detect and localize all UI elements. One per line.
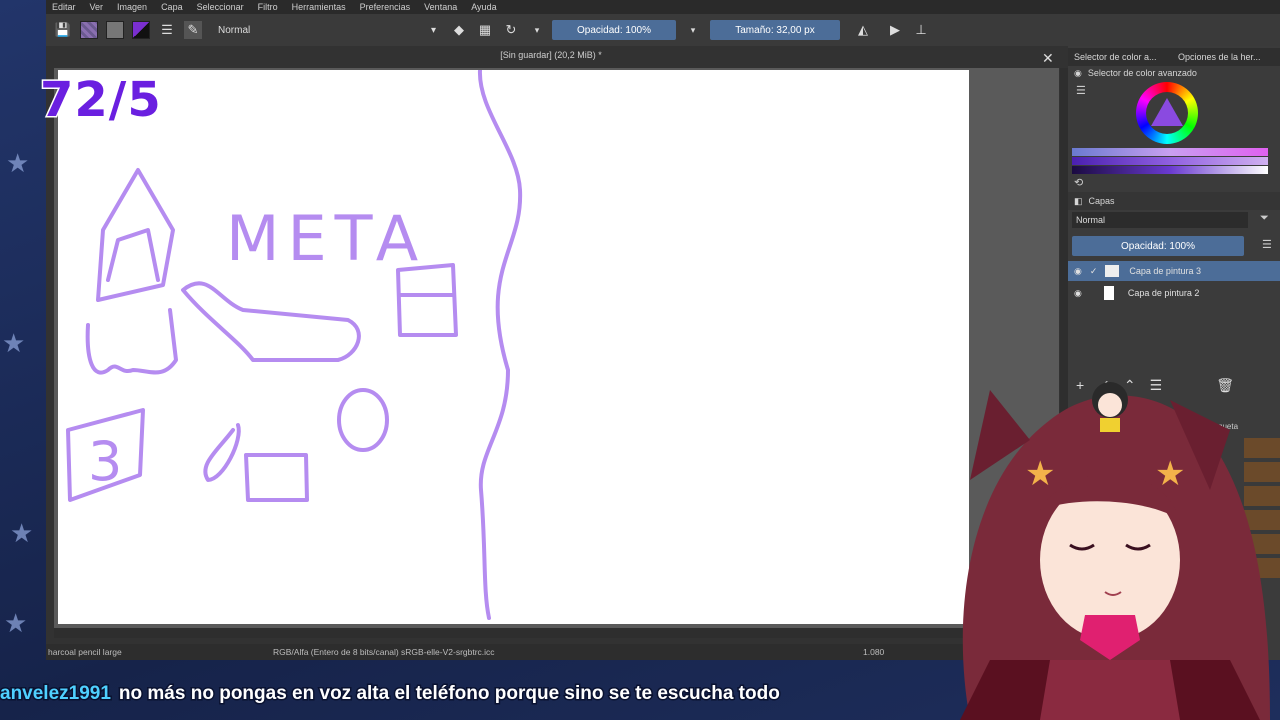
- eraser-icon[interactable]: ◆: [450, 21, 468, 39]
- menu-bar: Editar Ver Imagen Capa Seleccionar Filtr…: [46, 0, 1280, 14]
- status-dimensions: 1.080: [863, 647, 885, 657]
- sketch-window: [396, 263, 458, 337]
- gradient-swatch[interactable]: [106, 21, 124, 39]
- star-decoration: ★: [2, 328, 26, 358]
- opacity-label: Opacidad: 100%: [577, 24, 651, 36]
- color-gradient-bar[interactable]: [1072, 148, 1268, 156]
- layer-thumbnail: [1105, 265, 1120, 277]
- pattern-swatch[interactable]: [80, 21, 98, 39]
- sketch-small-box: [244, 453, 309, 502]
- layers-blend-select[interactable]: Normal: [1072, 212, 1248, 228]
- chevron-down-icon: ▾: [430, 24, 436, 36]
- reload-icon[interactable]: ↻: [502, 21, 520, 39]
- menu-layer[interactable]: Capa: [161, 2, 183, 12]
- menu-help[interactable]: Ayuda: [471, 2, 496, 12]
- visibility-eye-icon[interactable]: ◉: [1074, 288, 1082, 299]
- chat-message: anvelez1991 no más no pongas en voz alta …: [0, 676, 1280, 712]
- alpha-lock-icon[interactable]: ▦: [476, 21, 494, 39]
- chat-username: anvelez1991: [0, 682, 112, 706]
- color-triangle[interactable]: [1151, 98, 1183, 126]
- wrap-around-icon[interactable]: ⊥: [912, 21, 930, 39]
- sketch-meta-text: META: [226, 202, 426, 275]
- menu-select[interactable]: Seleccionar: [197, 2, 244, 12]
- blend-mode-value: Normal: [218, 24, 251, 36]
- tool-options-bar: 💾 ☰ ✎ Normal ▾ ◆ ▦ ↻ ▾ Opacidad: 100% ▾ …: [46, 14, 1280, 46]
- menu-filter[interactable]: Filtro: [258, 2, 278, 12]
- brush-preset-icon[interactable]: ✎: [184, 21, 202, 39]
- sketch-river: [477, 70, 523, 620]
- blend-mode-select[interactable]: Normal ▾: [212, 20, 442, 40]
- star-decoration: ★: [6, 148, 30, 178]
- close-icon[interactable]: ✕: [1042, 50, 1054, 67]
- layers-title: Capas: [1088, 196, 1115, 206]
- canvas-viewport[interactable]: META 3: [54, 68, 1059, 628]
- sketch-wheel: [337, 388, 389, 452]
- opacity-slider[interactable]: Opacidad: 100%: [552, 20, 676, 40]
- star-decoration: ★: [4, 608, 28, 638]
- svg-text:★: ★: [1025, 454, 1055, 494]
- layers-opacity-slider[interactable]: Opacidad: 100%: [1072, 236, 1244, 256]
- sketch-layer: META 3: [66, 70, 523, 620]
- checkmark-icon: ✓: [1089, 265, 1098, 276]
- visibility-eye-icon[interactable]: ◉: [1074, 266, 1082, 277]
- menu-view[interactable]: Ver: [90, 2, 104, 12]
- svg-text:★: ★: [1155, 454, 1185, 494]
- layers-blend-value: Normal: [1076, 215, 1106, 225]
- size-slider[interactable]: Tamaño: 32,00 px: [710, 20, 840, 40]
- menu-settings[interactable]: Preferencias: [360, 2, 411, 12]
- palette-icon: ◉: [1074, 67, 1082, 78]
- chat-text: no más no pongas en voz alta el teléfono…: [117, 682, 781, 706]
- sketch-number-text: 3: [88, 430, 122, 493]
- size-label: Tamaño: 32,00 px: [735, 24, 815, 36]
- sketch-car: [181, 281, 361, 362]
- save-icon[interactable]: 💾: [54, 21, 72, 39]
- list-icon[interactable]: ☰: [1076, 84, 1086, 97]
- drawing-canvas[interactable]: META 3: [58, 70, 969, 624]
- tab-tool-options[interactable]: Opciones de la her...: [1178, 52, 1261, 62]
- color-selector-header: ◉ Selector de color avanzado: [1068, 64, 1280, 82]
- horizontal-scrollbar[interactable]: [54, 628, 1059, 638]
- sketch-house-door: [106, 228, 160, 282]
- sketch-wheel-left: [203, 423, 241, 482]
- vtuber-avatar: ★ ★: [960, 382, 1270, 720]
- menu-icon[interactable]: ☰: [1262, 238, 1272, 251]
- status-brush: harcoal pencil large: [48, 647, 122, 657]
- color-gradient-bar[interactable]: [1072, 157, 1268, 165]
- color-selector-title: Selector de color avanzado: [1087, 68, 1197, 78]
- layer-row[interactable]: ◉ Capa de pintura 2: [1068, 283, 1280, 303]
- color-gradient-bar[interactable]: [1072, 166, 1268, 174]
- menu-image[interactable]: Imagen: [117, 2, 147, 12]
- mirror-vertical-icon[interactable]: ▶: [886, 21, 904, 39]
- layers-header: ◧ Capas: [1068, 192, 1280, 210]
- refresh-icon[interactable]: ⟲: [1074, 176, 1083, 189]
- sketch-chain: [85, 308, 178, 375]
- layer-row[interactable]: ◉ ✓ Capa de pintura 3: [1068, 261, 1280, 281]
- filter-icon[interactable]: ⏷: [1260, 212, 1269, 225]
- layers-icon: ◧: [1074, 195, 1083, 206]
- menu-tools[interactable]: Herramientas: [292, 2, 346, 12]
- chevron-down-icon[interactable]: ▾: [684, 21, 702, 39]
- status-colorspace: RGB/Alfa (Entero de 8 bits/canal) sRGB-e…: [273, 647, 495, 657]
- chevron-down-icon[interactable]: ▾: [528, 21, 546, 39]
- tab-color-selector[interactable]: Selector de color a...: [1074, 52, 1178, 62]
- menu-window[interactable]: Ventana: [424, 2, 457, 12]
- fg-bg-color-swatch[interactable]: [132, 21, 150, 39]
- mirror-horizontal-icon[interactable]: ◭: [854, 21, 872, 39]
- star-decoration: ★: [10, 518, 34, 548]
- brush-settings-icon[interactable]: ☰: [158, 21, 176, 39]
- layers-opacity-label: Opacidad: 100%: [1121, 240, 1195, 252]
- layer-name: Capa de pintura 3: [1129, 266, 1201, 276]
- layer-name: Capa de pintura 2: [1127, 288, 1200, 298]
- document-title: [Sin guardar] (20,2 MiB) *: [500, 50, 602, 60]
- layer-thumbnail: [1103, 286, 1114, 300]
- color-wheel[interactable]: [1136, 82, 1198, 144]
- counter-overlay: 72/5: [39, 71, 163, 130]
- menu-edit[interactable]: Editar: [52, 2, 76, 12]
